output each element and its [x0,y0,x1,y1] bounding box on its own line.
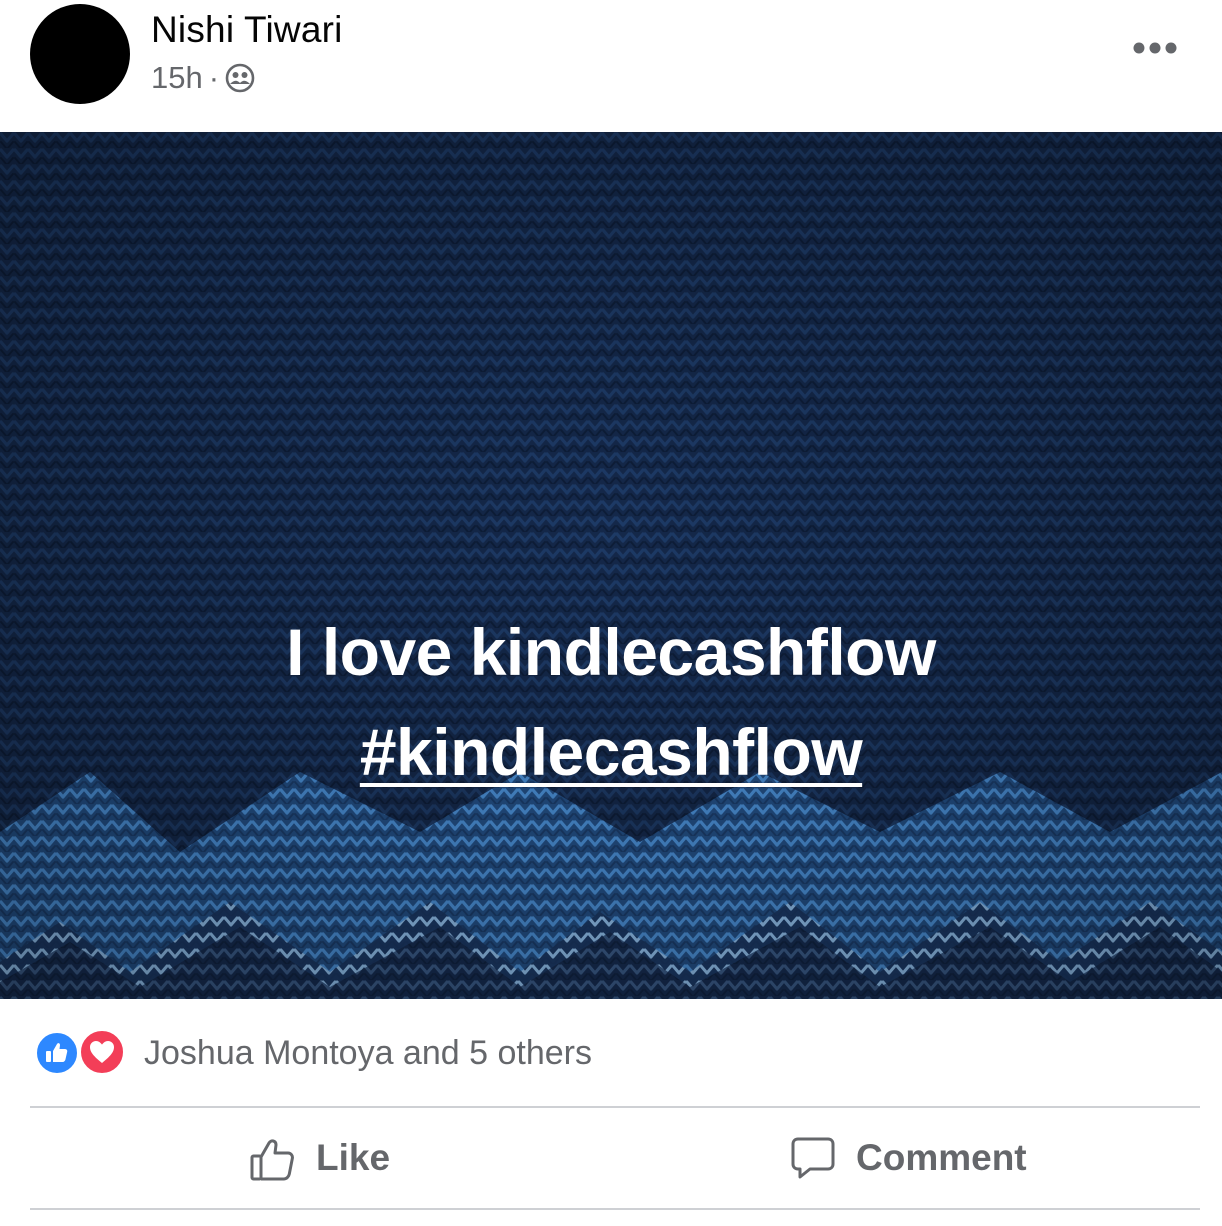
post-media[interactable]: I love kindlecashflow #kindlecashflow [0,132,1222,999]
more-options-button[interactable] [1128,30,1182,66]
post-actions: Like Comment [30,1108,1200,1208]
author-name[interactable]: Nishi Tiwari [151,8,343,52]
comment-button[interactable]: Comment [790,1108,1027,1208]
post-header: Nishi Tiwari 15h · [0,0,1222,132]
comment-icon [791,1137,835,1179]
author-avatar[interactable] [30,4,130,104]
more-horizontal-icon [1133,42,1177,54]
post-meta: 15h · [151,58,255,98]
love-reaction-icon [78,1028,126,1076]
post-timestamp[interactable]: 15h [151,60,203,96]
friends-icon[interactable] [225,63,255,93]
reactions-summary[interactable]: Joshua Montoya and 5 others [34,1028,592,1078]
hashtag-link[interactable]: #kindlecashflow [360,715,863,789]
thumbs-up-icon [250,1139,294,1181]
knit-background-image [0,132,1222,999]
reaction-icons [34,1028,130,1078]
like-button[interactable]: Like [250,1108,390,1208]
feed-post: Nishi Tiwari 15h · I love kindlecashflow… [0,0,1222,1226]
caption-text: I love kindlecashflow [286,615,936,689]
meta-separator: · [208,60,220,95]
divider [30,1208,1200,1210]
like-reaction-icon [34,1030,80,1076]
like-label: Like [316,1137,391,1178]
reactions-text: Joshua Montoya and 5 others [144,1033,592,1072]
comment-label: Comment [856,1137,1027,1178]
